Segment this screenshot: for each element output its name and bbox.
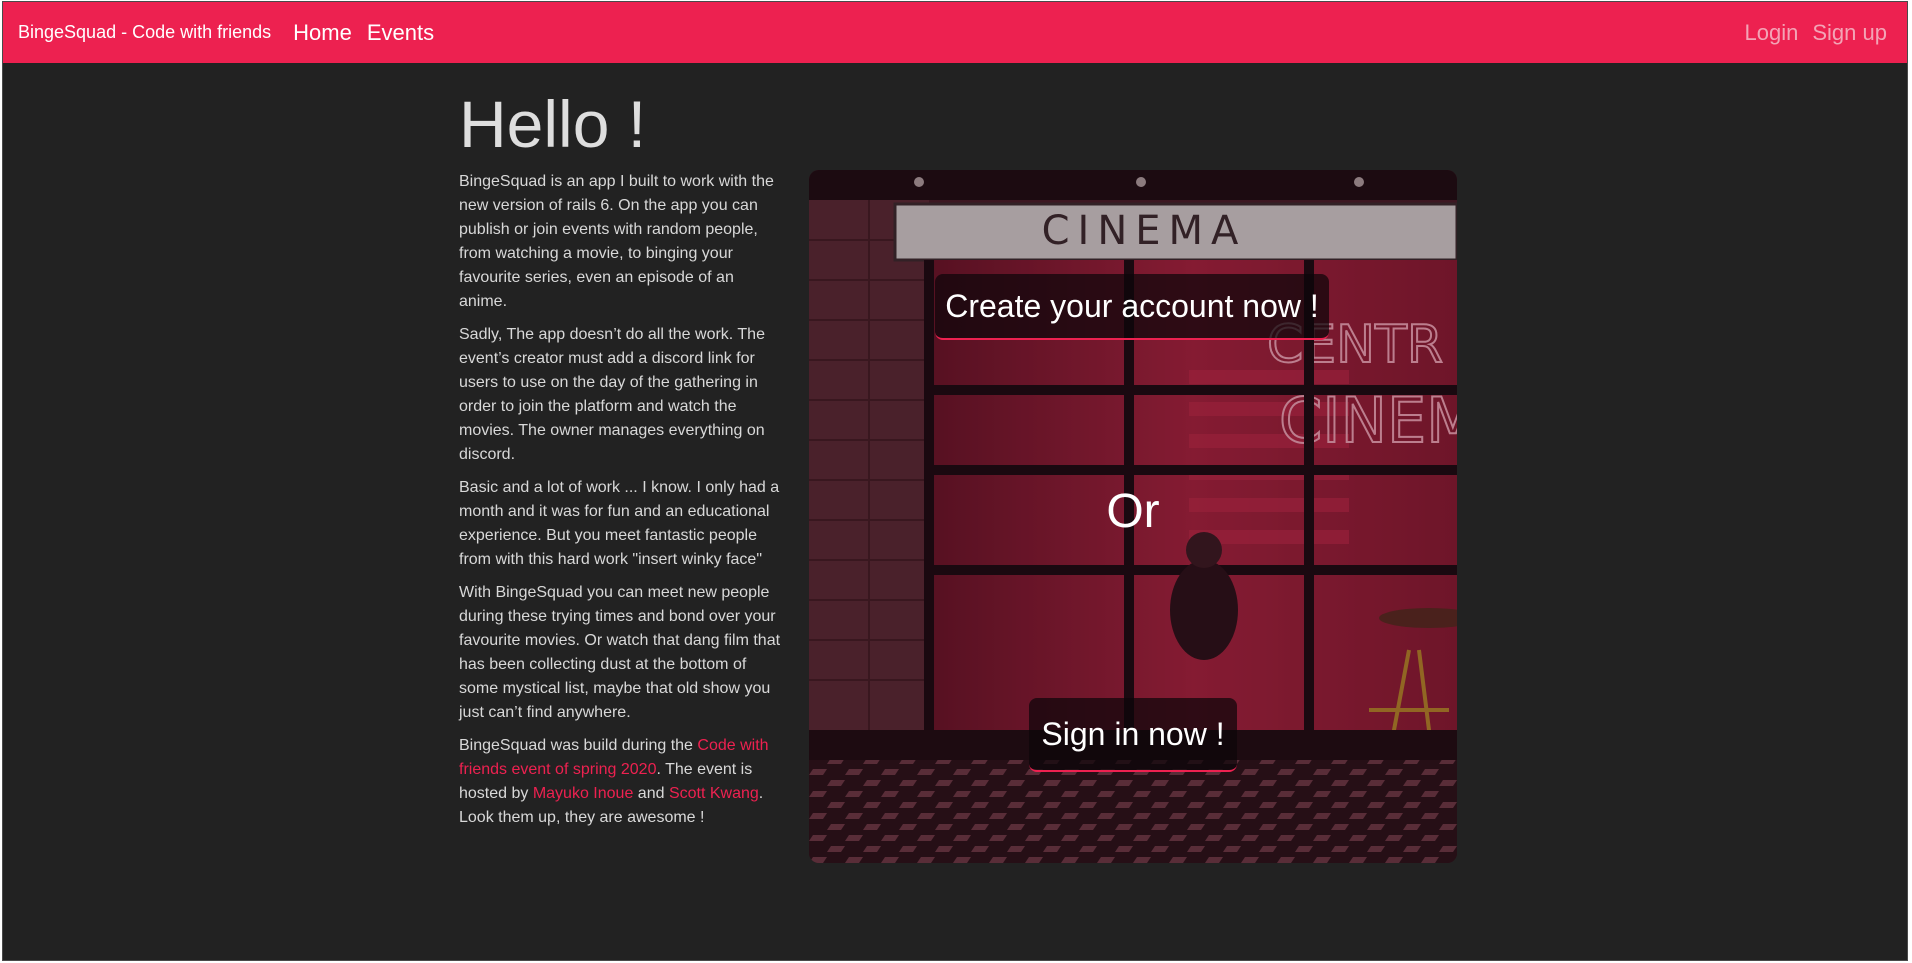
credits-text-3: and bbox=[633, 785, 669, 802]
nav-events-link[interactable]: Events bbox=[367, 20, 434, 46]
navbar: BingeSquad - Code with friends Home Even… bbox=[3, 2, 1907, 63]
intro-paragraph-3: Basic and a lot of work ... I know. I on… bbox=[459, 479, 780, 568]
nav-home-link[interactable]: Home bbox=[293, 20, 352, 46]
credits-text-1: BingeSquad was build during the bbox=[459, 737, 698, 754]
host-link-scott[interactable]: Scott Kwang bbox=[669, 785, 759, 802]
intro-paragraph-2: Sadly, The app doesn’t do all the work. … bbox=[459, 326, 765, 463]
nav-login-link[interactable]: Login bbox=[1745, 20, 1799, 46]
or-separator: Or bbox=[1106, 485, 1160, 538]
intro-paragraph-4: With BingeSquad you can meet new people … bbox=[459, 584, 781, 721]
page-title: Hello ! bbox=[459, 87, 647, 161]
host-link-mayuko[interactable]: Mayuko Inoue bbox=[533, 785, 634, 802]
nav-signup-link[interactable]: Sign up bbox=[1812, 20, 1887, 46]
page-frame: BingeSquad - Code with friends Home Even… bbox=[2, 1, 1908, 961]
intro-text: BingeSquad is an app I built to work wit… bbox=[459, 170, 781, 839]
sign-in-button[interactable]: Sign in now ! bbox=[1029, 698, 1237, 772]
credits-paragraph: BingeSquad was build during the Code wit… bbox=[459, 734, 781, 830]
main-nav: Home Events bbox=[293, 20, 434, 46]
hero-card: CINEMA CENTR CINEM bbox=[809, 170, 1457, 863]
intro-paragraph-1: BingeSquad is an app I built to work wit… bbox=[459, 173, 774, 310]
auth-nav: Login Sign up bbox=[1745, 20, 1887, 46]
brand-link[interactable]: BingeSquad - Code with friends bbox=[18, 22, 271, 43]
create-account-button[interactable]: Create your account now ! bbox=[935, 274, 1329, 340]
